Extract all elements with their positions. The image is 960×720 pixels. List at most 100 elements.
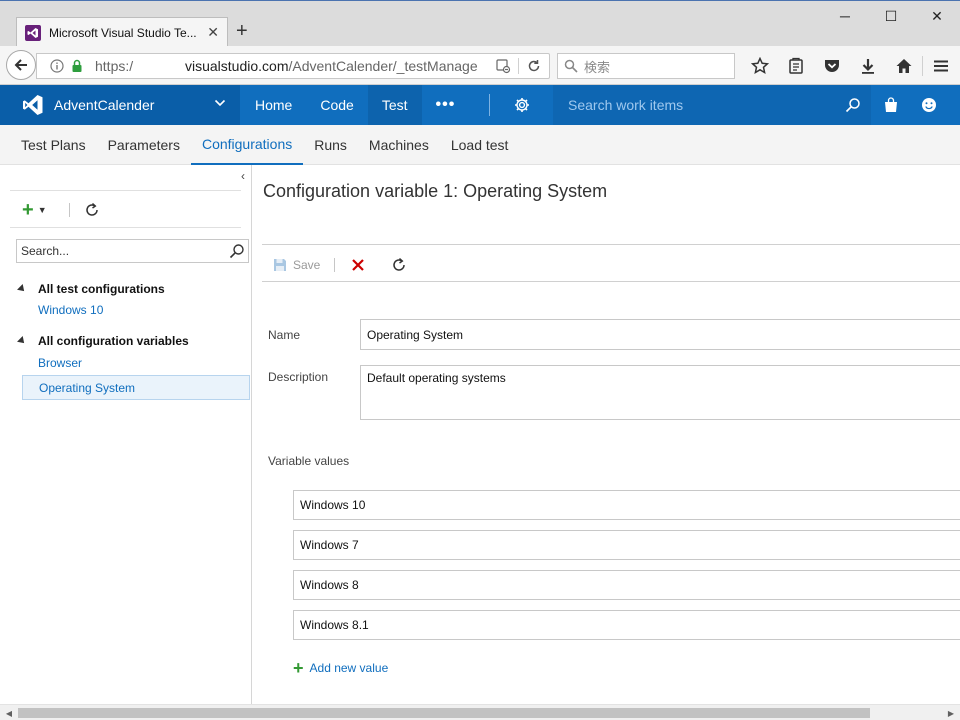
tree-item-browser[interactable]: Browser [22, 350, 250, 375]
description-value: Default operating systems [367, 371, 506, 385]
variable-value-text: Windows 7 [300, 538, 359, 552]
tree-item-label: Operating System [39, 380, 136, 395]
caret-down-icon[interactable]: ▼ [38, 205, 47, 215]
back-button[interactable] [6, 50, 36, 80]
tab-configurations[interactable]: Configurations [190, 125, 304, 165]
scroll-right-arrow-icon[interactable]: ▶ [943, 707, 959, 719]
url-path: /AdventCalender/_testManage [288, 58, 478, 74]
tab-test-plans[interactable]: Test Plans [10, 125, 97, 165]
tab-title: Microsoft Visual Studio Te... [49, 25, 197, 40]
pocket-icon[interactable] [814, 53, 850, 79]
save-button[interactable]: Save [273, 258, 320, 272]
expanded-triangle-icon[interactable] [17, 336, 27, 346]
tree-item-operating-system[interactable]: Operating System [22, 375, 250, 400]
settings-gear-icon[interactable] [500, 97, 544, 113]
hub-code[interactable]: Code [306, 85, 367, 125]
work-item-search-input[interactable]: Search work items [553, 85, 871, 125]
tree-search-placeholder: Search... [21, 244, 70, 258]
menu-hamburger-icon[interactable] [923, 53, 959, 79]
tab-machines[interactable]: Machines [358, 125, 440, 165]
refresh-icon[interactable] [84, 202, 100, 218]
variable-values-label: Variable values [268, 454, 350, 468]
work-item-search-placeholder: Search work items [568, 97, 684, 113]
name-value: Operating System [367, 327, 464, 342]
variable-value-field[interactable]: Windows 10 [293, 490, 960, 520]
reload-icon[interactable] [519, 54, 549, 78]
add-new-value-label: Add new value [309, 661, 389, 675]
configurations-tree-panel: ‹ + ▼ Search... All test configurations … [0, 165, 252, 704]
browser-tab[interactable]: Microsoft Visual Studio Te... ✕ [16, 17, 228, 47]
bookmark-star-icon[interactable] [742, 53, 778, 79]
browser-navbar: https:/ visualstudio.com/AdventCalender/… [0, 46, 960, 85]
test-subtabs: Test Plans Parameters Configurations Run… [0, 125, 960, 165]
reader-view-icon[interactable] [488, 54, 518, 78]
marketplace-bag-icon[interactable] [872, 85, 910, 125]
editor-toolbar: Save [273, 255, 407, 275]
variable-value-field[interactable]: Windows 7 [293, 530, 960, 560]
vs-favicon-icon [25, 24, 41, 41]
save-disk-icon [273, 258, 287, 272]
expanded-triangle-icon[interactable] [17, 284, 27, 294]
tab-parameters[interactable]: Parameters [97, 125, 191, 165]
name-field[interactable]: Operating System [360, 319, 960, 350]
scroll-left-arrow-icon[interactable]: ◀ [1, 707, 17, 719]
description-field[interactable]: Default operating systems [360, 365, 960, 420]
project-name: AdventCalender [54, 97, 155, 113]
browser-search-placeholder: 検索 [584, 59, 611, 75]
tab-load-test[interactable]: Load test [440, 125, 520, 165]
home-icon[interactable] [886, 53, 922, 79]
variable-value-field[interactable]: Windows 8 [293, 570, 960, 600]
description-label: Description [268, 370, 329, 384]
tree-item-label: Windows 10 [38, 302, 104, 317]
scrollbar-thumb[interactable] [18, 708, 870, 718]
minimize-button[interactable]: ─ [822, 1, 868, 31]
tree-group-label: All configuration variables [38, 334, 189, 348]
lock-icon[interactable] [69, 58, 85, 74]
tree-item-label: Browser [38, 355, 83, 370]
window-controls: ─ ☐ ✕ [822, 1, 960, 31]
info-icon[interactable] [49, 58, 65, 74]
variable-value-text: Windows 8 [300, 578, 359, 592]
variable-value-text: Windows 8.1 [300, 618, 369, 632]
search-icon[interactable] [845, 97, 861, 116]
save-label: Save [293, 258, 321, 272]
horizontal-scrollbar[interactable]: ◀ ▶ [0, 704, 960, 720]
tab-runs[interactable]: Runs [303, 125, 358, 165]
tree-group-test-configurations[interactable]: All test configurations [17, 282, 165, 296]
tree-item-windows-10[interactable]: Windows 10 [22, 297, 250, 322]
download-icon[interactable] [850, 53, 886, 79]
app-header: AdventCalender Home Code Test ••• Search… [0, 85, 960, 125]
add-new-value-button[interactable]: + Add new value [293, 659, 388, 677]
collapse-panel-icon[interactable]: ‹ [241, 169, 245, 183]
tab-close-icon[interactable]: ✕ [207, 24, 219, 41]
delete-x-icon[interactable] [351, 258, 365, 272]
refresh-icon[interactable] [391, 257, 407, 273]
name-label: Name [268, 328, 301, 342]
more-hubs-button[interactable]: ••• [422, 96, 470, 114]
new-tab-button[interactable]: + [236, 20, 248, 42]
page-title: Configuration variable 1: Operating Syst… [263, 181, 608, 201]
tree-group-label: All test configurations [38, 282, 165, 296]
project-selector[interactable]: AdventCalender [0, 85, 240, 125]
search-icon [564, 59, 578, 73]
visual-studio-logo-icon [22, 94, 44, 116]
tree-group-configuration-variables[interactable]: All configuration variables [17, 334, 189, 348]
url-host: visualstudio.com [185, 58, 289, 74]
url-protocol: https:/ [95, 58, 134, 74]
hub-home[interactable]: Home [241, 85, 306, 125]
variable-value-text: Windows 10 [300, 498, 366, 512]
hub-nav: Home Code Test ••• [241, 85, 544, 125]
feedback-smiley-icon[interactable] [910, 85, 948, 125]
browser-titlebar: Microsoft Visual Studio Te... ✕ + ─ ☐ ✕ [0, 0, 960, 47]
url-bar[interactable]: https:/ visualstudio.com/AdventCalender/… [36, 53, 550, 79]
chevron-down-icon [214, 97, 226, 112]
maximize-button[interactable]: ☐ [868, 1, 914, 31]
browser-search-input[interactable]: 検索 [557, 53, 735, 79]
hub-test[interactable]: Test [367, 85, 422, 125]
reading-list-icon[interactable] [778, 53, 814, 79]
search-icon[interactable] [229, 243, 245, 262]
add-icon[interactable]: + [22, 200, 34, 220]
variable-value-field[interactable]: Windows 8.1 [293, 610, 960, 640]
close-window-button[interactable]: ✕ [914, 1, 960, 31]
tree-search-input[interactable]: Search... [16, 239, 249, 263]
